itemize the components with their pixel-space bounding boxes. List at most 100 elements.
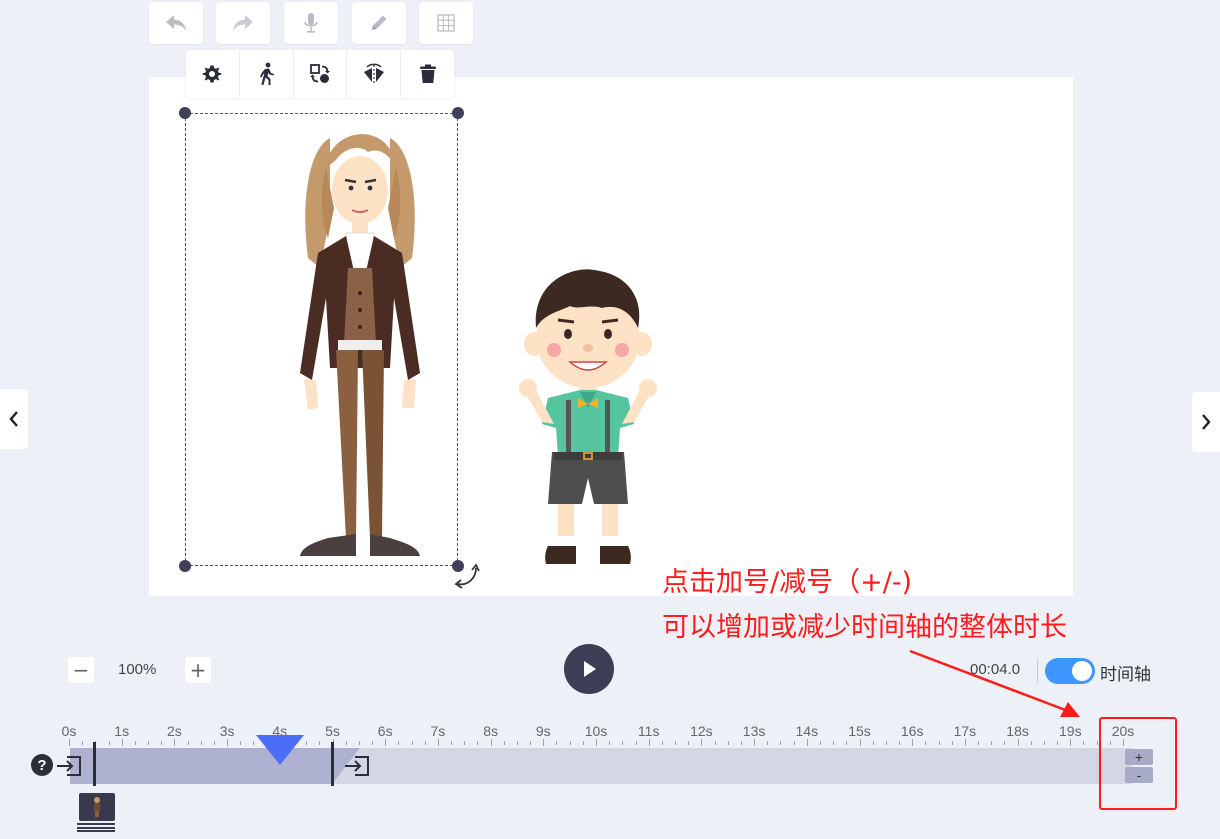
ruler-tick bbox=[938, 741, 940, 745]
ruler-tick bbox=[1070, 739, 1072, 746]
ruler-tick bbox=[727, 741, 729, 745]
ruler-tick bbox=[661, 741, 663, 745]
clip-start-marker[interactable] bbox=[93, 742, 96, 786]
collapse-right-button[interactable] bbox=[1192, 392, 1220, 452]
current-time: 00:04.0 bbox=[970, 661, 1021, 678]
exit-animation-icon[interactable] bbox=[343, 754, 371, 778]
clip-end-marker[interactable] bbox=[331, 742, 334, 786]
pencil-icon bbox=[372, 15, 387, 30]
rotate-icon[interactable] bbox=[454, 562, 482, 590]
zoom-in-button[interactable]: + bbox=[185, 657, 211, 683]
settings-button[interactable] bbox=[186, 50, 240, 98]
trash-icon bbox=[419, 64, 436, 83]
ruler-label: 16s bbox=[900, 723, 924, 739]
ruler-tick bbox=[121, 739, 123, 746]
play-button[interactable] bbox=[564, 644, 614, 694]
ruler-tick bbox=[200, 741, 202, 745]
ruler-tick bbox=[516, 741, 518, 745]
undo-button[interactable] bbox=[149, 2, 203, 44]
ruler-label: 1s bbox=[114, 723, 130, 739]
ruler-tick bbox=[964, 739, 966, 746]
ruler-tick bbox=[754, 739, 756, 746]
ruler-tick bbox=[819, 741, 821, 745]
ruler-tick bbox=[464, 741, 466, 745]
ruler-tick bbox=[556, 741, 558, 745]
pencil-button[interactable] bbox=[352, 2, 406, 44]
ruler-tick bbox=[1057, 741, 1059, 745]
ruler-tick bbox=[187, 741, 189, 745]
ruler-tick bbox=[1030, 741, 1032, 745]
selection-box bbox=[185, 113, 458, 566]
ruler-label: 15s bbox=[848, 723, 871, 739]
ruler-tick bbox=[108, 741, 110, 745]
ruler-tick bbox=[912, 739, 914, 746]
ruler-tick bbox=[490, 739, 492, 746]
ruler-tick bbox=[411, 741, 413, 745]
collapse-left-button[interactable] bbox=[0, 389, 28, 449]
resize-handle-top-right[interactable] bbox=[452, 107, 464, 119]
ruler-tick bbox=[833, 741, 835, 745]
enter-animation-icon[interactable] bbox=[55, 754, 83, 778]
microphone-button[interactable] bbox=[284, 2, 338, 44]
ruler-label: 7s bbox=[430, 723, 446, 739]
ruler-tick bbox=[227, 739, 229, 746]
ruler-label: 17s bbox=[953, 723, 977, 739]
ruler-tick bbox=[319, 741, 321, 745]
ruler-tick bbox=[635, 741, 637, 745]
ruler-label: 11s bbox=[637, 723, 660, 739]
character-thumbnail-icon bbox=[94, 797, 100, 817]
ruler-tick bbox=[385, 739, 387, 746]
ruler-tick bbox=[780, 741, 782, 745]
grid-button[interactable] bbox=[419, 2, 473, 44]
character-boy[interactable] bbox=[508, 266, 666, 568]
chevron-left-icon bbox=[9, 411, 18, 427]
ruler-tick bbox=[82, 741, 84, 745]
ruler-tick bbox=[806, 739, 808, 746]
highlight-box bbox=[1099, 717, 1177, 810]
ruler-tick bbox=[688, 741, 690, 745]
ruler-tick bbox=[306, 741, 308, 745]
ruler-tick bbox=[148, 741, 150, 745]
ruler-tick bbox=[609, 741, 611, 745]
ruler-tick bbox=[740, 741, 742, 745]
ruler-tick bbox=[358, 741, 360, 745]
divider bbox=[1037, 659, 1038, 683]
ruler-tick bbox=[622, 741, 624, 745]
timeline-toggle[interactable] bbox=[1045, 658, 1095, 684]
swap-button[interactable] bbox=[294, 50, 348, 98]
ruler-tick bbox=[1043, 741, 1045, 745]
ruler-tick bbox=[134, 741, 136, 745]
layer-thumbnail[interactable] bbox=[79, 793, 115, 821]
ruler-tick bbox=[161, 741, 163, 745]
ruler-tick bbox=[543, 739, 545, 746]
ruler-tick bbox=[675, 741, 677, 745]
ruler-tick bbox=[582, 741, 584, 745]
undo-icon bbox=[166, 15, 186, 31]
animation-button[interactable] bbox=[240, 50, 294, 98]
playhead[interactable] bbox=[256, 735, 304, 765]
ruler-label: 6s bbox=[377, 723, 393, 739]
walking-person-icon bbox=[260, 62, 275, 85]
grid-icon bbox=[437, 14, 455, 32]
ruler-tick bbox=[859, 739, 861, 746]
ruler-tick bbox=[569, 741, 571, 745]
redo-icon bbox=[233, 15, 253, 31]
ruler-tick bbox=[69, 739, 70, 746]
play-icon bbox=[584, 661, 596, 677]
zoom-out-button[interactable]: − bbox=[68, 657, 94, 683]
gear-icon bbox=[203, 65, 222, 83]
ruler-label: 2s bbox=[166, 723, 182, 739]
help-button[interactable]: ? bbox=[31, 754, 53, 776]
delete-button[interactable] bbox=[401, 50, 454, 98]
redo-button[interactable] bbox=[216, 2, 270, 44]
toggle-knob bbox=[1072, 661, 1092, 681]
resize-handle-top-left[interactable] bbox=[179, 107, 191, 119]
resize-handle-bottom-left[interactable] bbox=[179, 560, 191, 572]
ruler-label: 13s bbox=[742, 723, 766, 739]
ruler-tick bbox=[174, 739, 176, 746]
ruler-tick bbox=[477, 741, 479, 745]
flip-button[interactable] bbox=[347, 50, 402, 98]
ruler-label: 14s bbox=[795, 723, 819, 739]
ruler-label: 19s bbox=[1059, 723, 1082, 739]
ruler-tick bbox=[253, 741, 255, 745]
